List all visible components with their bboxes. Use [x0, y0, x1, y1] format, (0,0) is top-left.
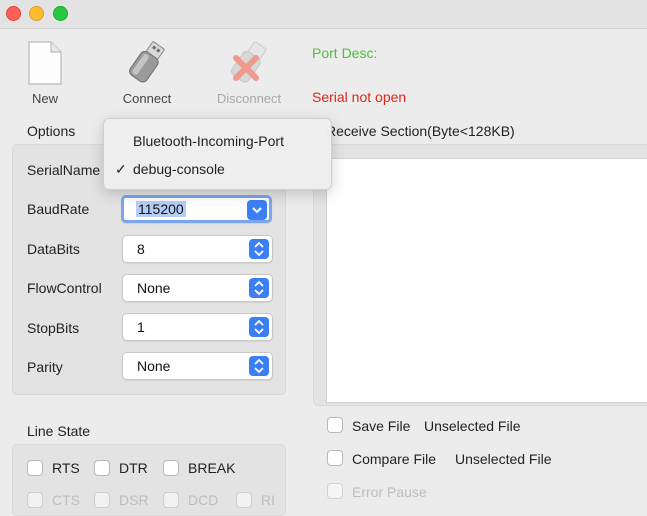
stopbits-select[interactable]: 1: [122, 313, 273, 341]
updown-stepper-icon: [249, 317, 269, 337]
break-checkbox[interactable]: [163, 460, 179, 476]
combobox-dropdown-icon[interactable]: [247, 200, 267, 220]
updown-stepper-icon: [249, 356, 269, 376]
serialname-dropdown-menu: Bluetooth-Incoming-Port ✓ debug-console: [103, 118, 332, 190]
compare-file-path: Unselected File: [455, 451, 552, 467]
save-file-checkbox[interactable]: [327, 417, 343, 433]
receive-title: Receive Section(Byte<128KB): [326, 123, 515, 139]
stopbits-label: StopBits: [27, 320, 80, 336]
serial-status: Serial not open: [312, 89, 407, 105]
updown-stepper-icon: [249, 278, 269, 298]
baudrate-label: BaudRate: [27, 201, 90, 217]
dsr-label: DSR: [119, 492, 149, 508]
parity-value: None: [137, 358, 171, 374]
compare-file-checkbox[interactable]: [327, 450, 343, 466]
receive-text-area[interactable]: [326, 158, 647, 403]
error-pause-checkbox: [327, 483, 343, 499]
save-file-label: Save File: [352, 418, 411, 434]
usb-plug-icon: [129, 41, 165, 83]
rts-checkbox[interactable]: [27, 460, 43, 476]
connect-button[interactable]: Connect: [114, 40, 180, 110]
options-title: Options: [27, 123, 76, 139]
document-icon: [28, 41, 62, 85]
baudrate-combobox[interactable]: 115200: [121, 195, 272, 223]
databits-value: 8: [137, 241, 145, 257]
dcd-label: DCD: [188, 492, 219, 508]
cts-label: CTS: [52, 492, 80, 508]
save-file-path: Unselected File: [424, 418, 521, 434]
port-description: Port Desc:: [312, 45, 378, 61]
parity-label: Parity: [27, 359, 63, 375]
stopbits-value: 1: [137, 319, 145, 335]
title-bar: [0, 0, 647, 29]
ri-label: RI: [261, 492, 275, 508]
close-window-button[interactable]: [6, 6, 21, 21]
line-state-title: Line State: [27, 423, 91, 439]
new-button[interactable]: New: [20, 40, 70, 110]
connect-label: Connect: [122, 91, 172, 106]
menu-item-debug-console[interactable]: debug-console: [133, 161, 225, 177]
dsr-checkbox: [94, 492, 110, 508]
disconnect-label: Disconnect: [216, 91, 282, 106]
new-label: New: [31, 91, 58, 106]
compare-file-label: Compare File: [352, 451, 437, 467]
rts-label: RTS: [52, 460, 80, 476]
databits-select[interactable]: 8: [122, 235, 273, 263]
break-label: BREAK: [188, 460, 236, 476]
serialname-label: SerialName: [27, 162, 101, 178]
cts-checkbox: [27, 492, 43, 508]
flowcontrol-label: FlowControl: [27, 280, 102, 296]
disconnect-button[interactable]: Disconnect: [210, 40, 288, 110]
zoom-window-button[interactable]: [53, 6, 68, 21]
checkmark-icon: ✓: [115, 161, 127, 177]
flowcontrol-select[interactable]: None: [122, 274, 273, 302]
dtr-checkbox[interactable]: [94, 460, 110, 476]
dcd-checkbox: [163, 492, 179, 508]
menu-item-bluetooth-incoming-port[interactable]: Bluetooth-Incoming-Port: [133, 133, 284, 149]
baudrate-value: 115200: [136, 201, 186, 217]
flowcontrol-value: None: [137, 280, 171, 296]
databits-label: DataBits: [27, 241, 80, 257]
error-pause-label: Error Pause: [352, 484, 427, 500]
ri-checkbox: [236, 492, 252, 508]
dtr-label: DTR: [119, 460, 148, 476]
updown-stepper-icon: [249, 239, 269, 259]
minimize-window-button[interactable]: [29, 6, 44, 21]
parity-select[interactable]: None: [122, 352, 273, 380]
disconnect-icon: [231, 41, 267, 83]
